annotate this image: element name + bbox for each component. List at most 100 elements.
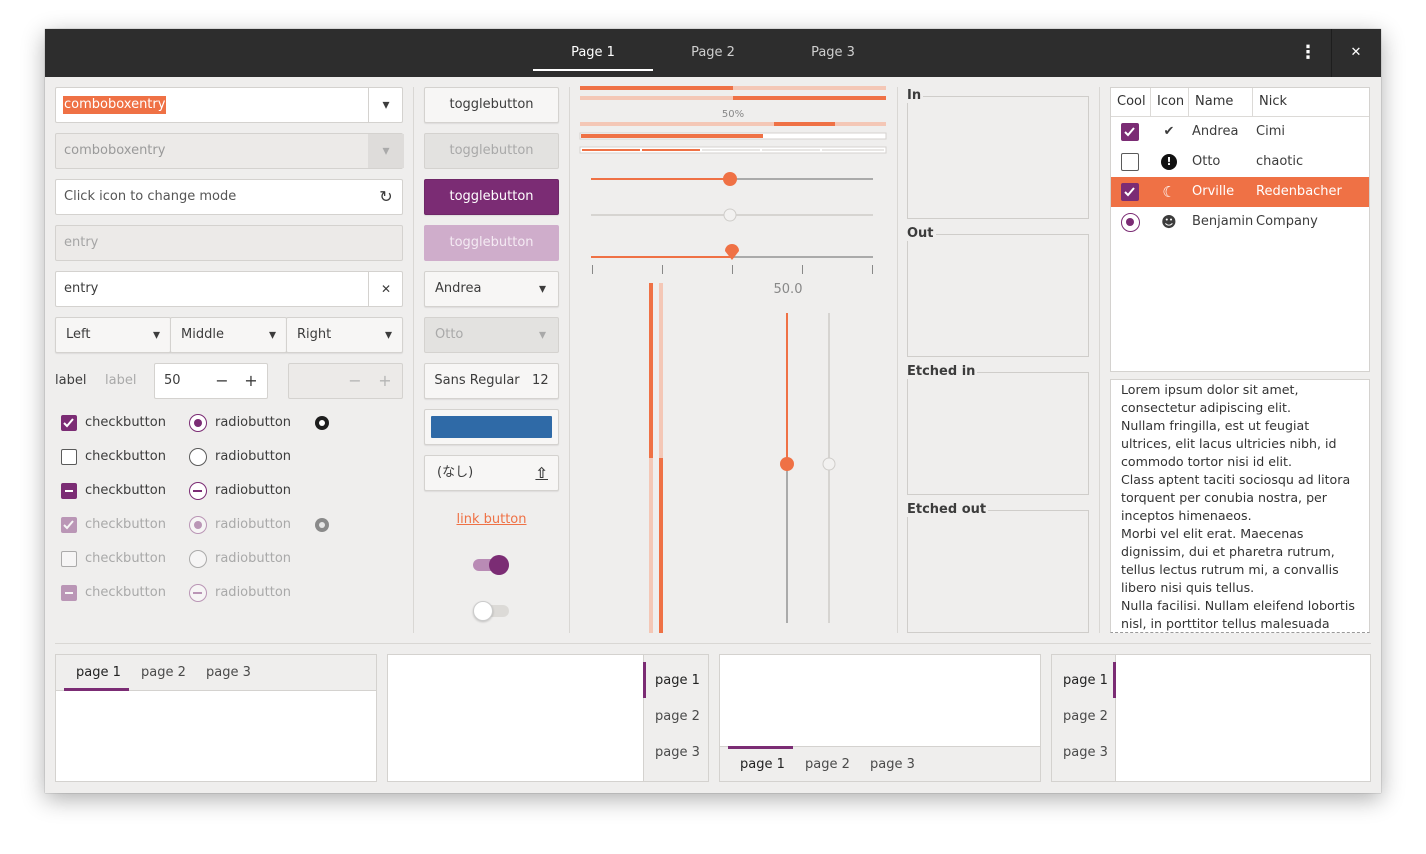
radio-indicator[interactable] <box>314 415 330 431</box>
text-line[interactable]: libero nisi quis tellus. <box>1121 579 1359 597</box>
toggle-button[interactable]: togglebutton <box>424 87 559 123</box>
radio-unchecked[interactable] <box>189 448 207 466</box>
combo-middle[interactable]: Middle <box>170 317 287 353</box>
notebook-tab-page-2[interactable]: page 2 <box>1063 707 1108 727</box>
clear-entry-text[interactable]: entry <box>64 272 98 306</box>
toggle-button-active[interactable]: togglebutton <box>424 179 559 215</box>
hscale-3-tick-4 <box>802 265 803 274</box>
text-line[interactable]: tellus lectus rutrum mi, a convallis <box>1121 561 1359 579</box>
switch-knob[interactable] <box>473 601 493 621</box>
text-line[interactable]: Lorem ipsum dolor sit amet, <box>1121 381 1359 399</box>
checkmark-icon <box>1124 127 1135 137</box>
menu-icon[interactable]: ⋮ <box>1295 29 1321 77</box>
row-checkbox[interactable] <box>1121 153 1139 171</box>
checkbox-unchecked[interactable] <box>61 449 77 465</box>
table-row-selected[interactable]: ☾ Orville Redenbacher <box>1111 177 1369 207</box>
mode-entry[interactable]: Click icon to change mode ↻ <box>55 179 403 215</box>
table-row[interactable]: ✔ Andrea Cimi <box>1111 117 1369 147</box>
notebook-tab-page-1[interactable]: page 1 <box>740 755 785 775</box>
switch-knob[interactable] <box>489 555 509 575</box>
text-line[interactable]: Morbi vel elit erat. Maecenas <box>1121 525 1359 543</box>
notebook-tab-page-3[interactable]: page 3 <box>870 755 915 775</box>
radio-mixed-disabled <box>189 584 207 602</box>
notebook-tab-page-3[interactable]: page 3 <box>655 743 700 763</box>
combobox-entry-disabled-text: comboboxentry <box>64 143 166 158</box>
column-header-cool[interactable]: Cool <box>1111 88 1151 116</box>
tab-page-1[interactable]: Page 1 <box>533 29 653 77</box>
checkbox-checked[interactable] <box>61 415 77 431</box>
checkbox-mixed[interactable] <box>61 483 77 499</box>
text-line[interactable]: inceptos himenaeos. <box>1121 507 1359 525</box>
text-line[interactable]: ultrices, elit lacus ultricies nibh, id <box>1121 435 1359 453</box>
spin-button[interactable]: 50 − + <box>154 363 268 399</box>
switch-off[interactable] <box>473 601 509 621</box>
tab-page-3[interactable]: Page 3 <box>773 29 893 77</box>
clear-entry[interactable]: entry ✕ <box>55 271 403 307</box>
color-button[interactable] <box>424 409 559 445</box>
column-header-name[interactable]: Name <box>1189 88 1253 116</box>
row-name: Andrea <box>1192 124 1239 139</box>
row-radio[interactable] <box>1121 213 1140 232</box>
column-header-icon[interactable]: Icon <box>1151 88 1189 116</box>
text-line[interactable]: consectetur adipiscing elit. <box>1121 399 1359 417</box>
switch-on[interactable] <box>473 555 509 575</box>
chevron-down-icon[interactable] <box>368 88 404 122</box>
notebook-tab-page-2[interactable]: page 2 <box>655 707 700 727</box>
upload-icon: ⇧ <box>535 464 548 482</box>
table-row[interactable]: ☻ Benjamin Company <box>1111 207 1369 237</box>
clear-icon[interactable]: ✕ <box>368 272 404 306</box>
notebook-tab-page-1[interactable]: page 1 <box>76 663 121 683</box>
text-line[interactable]: torquent per conubia nostra, per <box>1121 489 1359 507</box>
combo-left[interactable]: Left <box>55 317 171 353</box>
radio-checked[interactable] <box>189 414 207 432</box>
tree-view[interactable]: Cool Icon Name Nick ✔ Andrea Cimi ! Otto… <box>1110 87 1370 372</box>
plus-icon[interactable]: + <box>239 364 263 398</box>
radio-mixed[interactable] <box>189 482 207 500</box>
row-nick: Company <box>1256 214 1318 229</box>
minus-icon[interactable]: − <box>210 364 234 398</box>
face-icon: ☻ <box>1161 213 1177 231</box>
checkbox-label[interactable]: checkbutton <box>85 482 166 500</box>
file-chooser-button[interactable]: (なし) ⇧ <box>424 455 559 491</box>
radio-label[interactable]: radiobutton <box>215 482 291 500</box>
row-checkbox[interactable] <box>1121 183 1139 201</box>
radio-label[interactable]: radiobutton <box>215 414 291 432</box>
notebook-tab-page-2[interactable]: page 2 <box>805 755 850 775</box>
font-family: Sans Regular <box>434 373 520 388</box>
vprogress-1-fill <box>649 283 653 458</box>
notebook-tab-page-1[interactable]: page 1 <box>655 671 700 691</box>
text-line[interactable]: commodo tortor nisi id elit. <box>1121 453 1359 471</box>
text-view[interactable]: Lorem ipsum dolor sit amet, consectetur a… <box>1110 379 1370 633</box>
text-line[interactable]: Nullam fringilla, est ut feugiat <box>1121 417 1359 435</box>
text-line[interactable]: Class aptent taciti sociosqu ad litora <box>1121 471 1359 489</box>
column-header-nick[interactable]: Nick <box>1253 88 1369 116</box>
combobox-entry-text[interactable]: comboboxentry <box>63 96 167 114</box>
font-button[interactable]: Sans Regular 12 <box>424 363 559 399</box>
text-line[interactable]: dignissim, dui et pharetra rutrum, <box>1121 543 1359 561</box>
notebook-tab-page-3[interactable]: page 3 <box>1063 743 1108 763</box>
tab-page-2[interactable]: Page 2 <box>653 29 773 77</box>
notebook-tab-page-1[interactable]: page 1 <box>1063 671 1108 691</box>
notebook-tab-page-3[interactable]: page 3 <box>206 663 251 683</box>
file-chooser-label: (なし) <box>437 465 474 480</box>
radio-label: radiobutton <box>215 585 292 600</box>
text-view-content[interactable]: Lorem ipsum dolor sit amet, consectetur a… <box>1121 381 1359 632</box>
close-icon[interactable]: ✕ <box>1343 29 1369 77</box>
notebook-tab-page-2[interactable]: page 2 <box>141 663 186 683</box>
checkmark-icon <box>63 418 74 428</box>
spin-value[interactable]: 50 <box>164 364 181 398</box>
combobox-entry[interactable]: comboboxentry <box>55 87 403 123</box>
link-button[interactable]: link button <box>424 511 559 529</box>
text-line[interactable]: nisl, in porttitor tellus malesuada <box>1121 615 1359 632</box>
radio-label[interactable]: radiobutton <box>215 448 291 466</box>
checkbox-label: checkbutton <box>85 551 166 566</box>
combo-andrea[interactable]: Andrea <box>424 271 559 307</box>
checkbox-checked-disabled <box>61 517 77 533</box>
combo-right[interactable]: Right <box>286 317 403 353</box>
checkbox-label[interactable]: checkbutton <box>85 448 166 466</box>
row-checkbox[interactable] <box>1121 123 1139 141</box>
checkbox-label[interactable]: checkbutton <box>85 414 166 432</box>
table-row[interactable]: ! Otto chaotic <box>1111 147 1369 177</box>
refresh-icon[interactable]: ↻ <box>374 180 398 214</box>
text-line[interactable]: Nulla facilisi. Nullam eleifend lobortis <box>1121 597 1359 615</box>
